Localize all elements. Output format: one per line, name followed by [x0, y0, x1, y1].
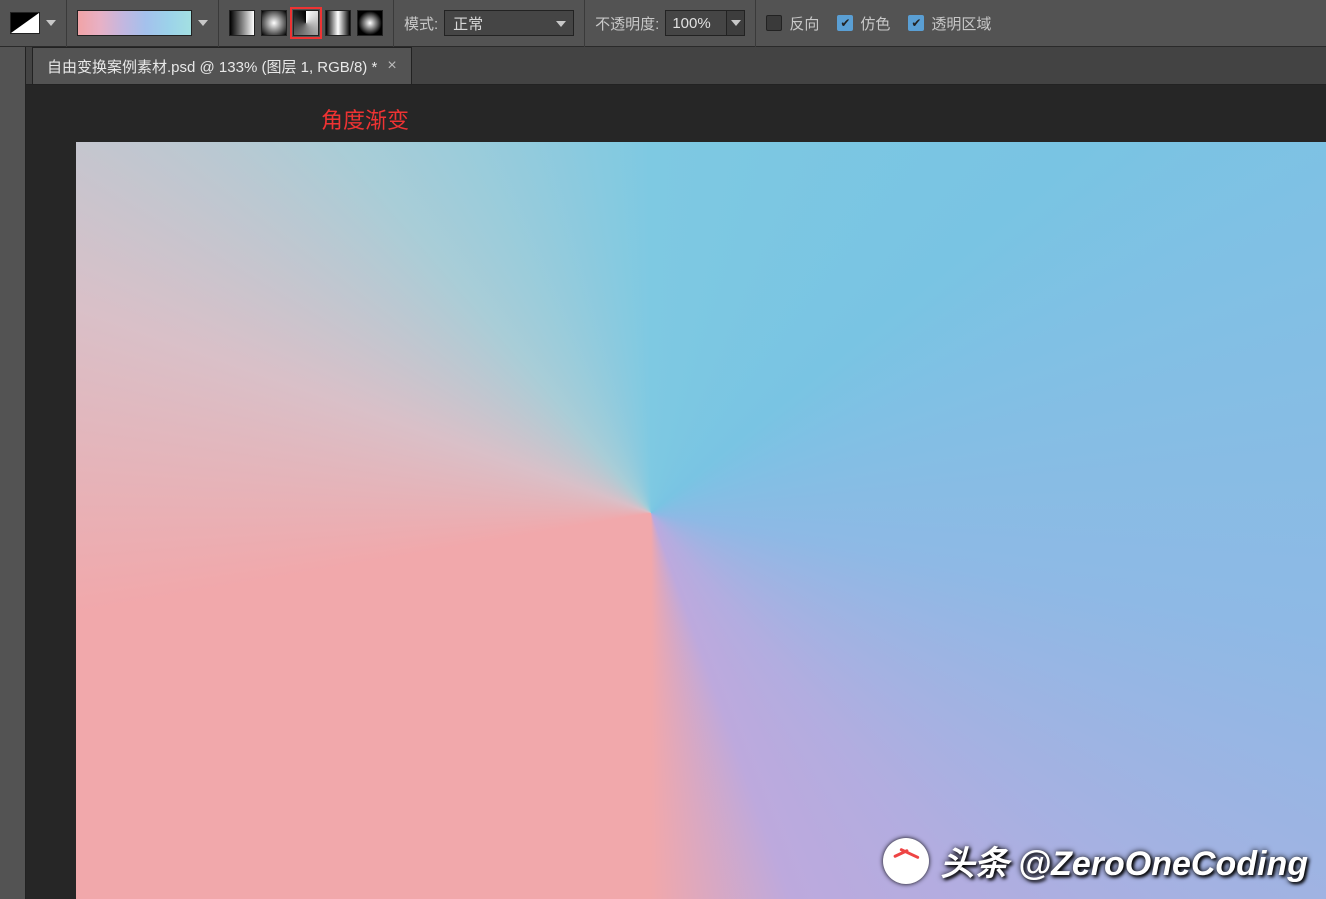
mode-label: 模式: — [404, 13, 438, 34]
artboard[interactable] — [76, 142, 1326, 899]
close-icon[interactable]: × — [387, 57, 396, 75]
chevron-down-icon — [556, 21, 566, 27]
watermark-logo-icon — [883, 838, 929, 884]
watermark: 头条 @ZeroOneCoding — [883, 836, 1308, 885]
opacity-dropdown[interactable] — [727, 10, 745, 36]
chevron-down-icon — [731, 20, 741, 26]
gradient-picker-dropdown-icon[interactable] — [198, 20, 208, 26]
blend-mode-value: 正常 — [453, 13, 483, 34]
swatch-dropdown-icon[interactable] — [46, 20, 56, 26]
opacity-input[interactable]: 100% — [665, 10, 727, 36]
annotation-text: 角度渐变 — [321, 103, 409, 135]
tools-sidebar[interactable] — [0, 47, 26, 899]
transparency-label[interactable]: 透明区域 — [931, 13, 991, 34]
reverse-checkbox[interactable] — [766, 15, 782, 31]
document-tab-title: 自由变换案例素材.psd @ 133% (图层 1, RGB/8) * — [47, 56, 377, 77]
gradient-type-angle[interactable] — [293, 10, 319, 36]
blend-mode-select[interactable]: 正常 — [444, 10, 574, 36]
gradient-options-bar: 模式: 正常 不透明度: 100% 反向 仿色 透明区域 — [0, 0, 1326, 47]
dither-checkbox[interactable] — [837, 15, 853, 31]
fg-bg-swatch[interactable] — [10, 12, 40, 34]
gradient-type-diamond[interactable] — [357, 10, 383, 36]
document-tab-bar: 自由变换案例素材.psd @ 133% (图层 1, RGB/8) * × — [26, 47, 1326, 85]
opacity-label: 不透明度: — [595, 13, 659, 34]
watermark-text: 头条 @ZeroOneCoding — [941, 836, 1308, 885]
gradient-preview[interactable] — [77, 10, 192, 36]
opacity-value: 100% — [672, 15, 710, 32]
document-tab[interactable]: 自由变换案例素材.psd @ 133% (图层 1, RGB/8) * × — [32, 47, 412, 84]
gradient-type-radial[interactable] — [261, 10, 287, 36]
dither-label[interactable]: 仿色 — [860, 13, 890, 34]
canvas-area: 角度渐变 头条 @ZeroOneCoding — [26, 85, 1326, 899]
gradient-type-linear[interactable] — [229, 10, 255, 36]
gradient-type-reflected[interactable] — [325, 10, 351, 36]
reverse-label[interactable]: 反向 — [789, 13, 819, 34]
transparency-checkbox[interactable] — [908, 15, 924, 31]
gradient-type-group — [229, 10, 383, 36]
